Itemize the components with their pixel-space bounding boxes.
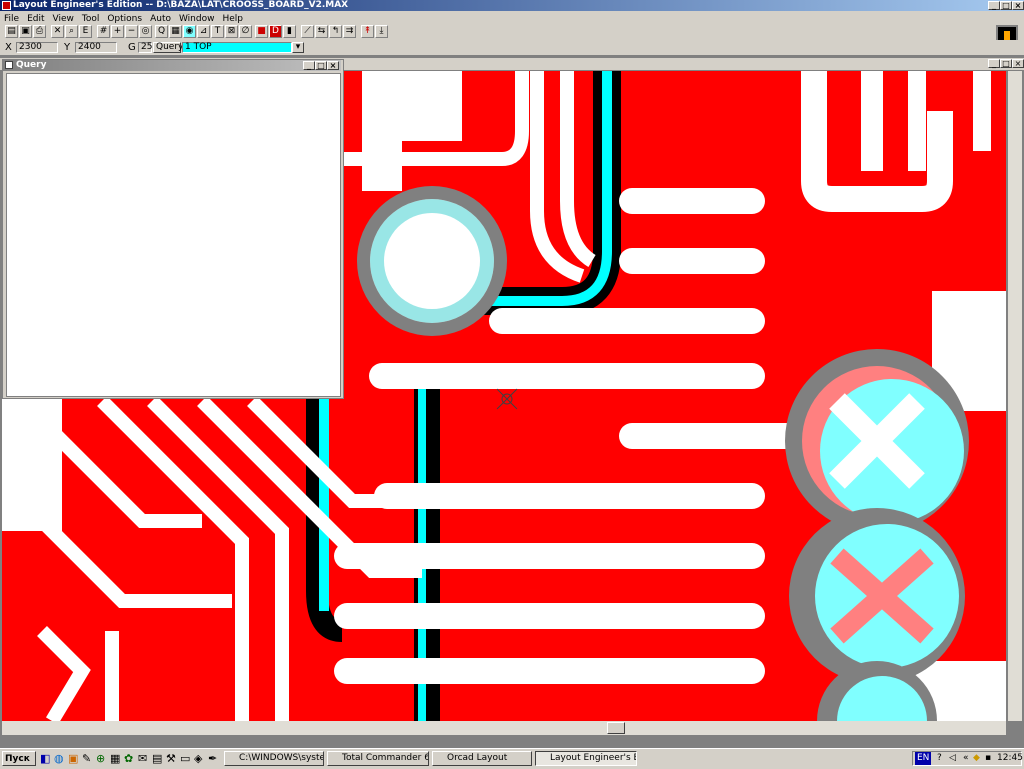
drc-icon[interactable]: D: [269, 25, 282, 38]
start-button[interactable]: Пуск: [2, 751, 36, 766]
dimension-icon[interactable]: ⊠: [225, 25, 238, 38]
task-total-commander[interactable]: Total Commander 6.53 - ...: [327, 751, 429, 766]
chevron-down-icon[interactable]: ▾: [292, 42, 304, 53]
tray-network-icon[interactable]: ▪: [985, 752, 991, 765]
zoom-out-icon[interactable]: −: [125, 25, 138, 38]
x-label: X: [5, 42, 12, 53]
taskbar: Пуск ◧ ◍ ▣ ✎ ⊕ ▦ ✿ ✉ ▤ ⚒ ▭ ◈ ✒ C:\WINDOW…: [0, 748, 1024, 769]
query-content: [6, 73, 341, 397]
tool-icon[interactable]: ⚒: [166, 752, 178, 765]
autoroute-icon[interactable]: ↟: [361, 25, 374, 38]
window-title: Layout Engineer's Edition -- D:\BAZA\LAT…: [13, 0, 349, 10]
refresh-icon[interactable]: ⤓: [375, 25, 388, 38]
doc-close-button[interactable]: ×: [1012, 59, 1024, 68]
notepad-icon[interactable]: ✎: [82, 752, 94, 765]
save-icon[interactable]: ▣: [19, 25, 32, 38]
color-icon[interactable]: ■: [255, 25, 268, 38]
edit-segment-icon[interactable]: ⇉: [343, 25, 356, 38]
find-icon[interactable]: ⌕: [65, 25, 78, 38]
explorer-icon[interactable]: ▣: [68, 752, 80, 765]
horizontal-scroll-thumb[interactable]: [607, 722, 625, 734]
expand-tray-icon[interactable]: «: [963, 752, 969, 765]
vertical-scrollbar[interactable]: [1008, 71, 1022, 721]
shove-icon[interactable]: ⇆: [315, 25, 328, 38]
component-icon[interactable]: ◉: [183, 25, 196, 38]
query-close-button[interactable]: ×: [327, 61, 339, 70]
query-title: Query: [16, 60, 47, 70]
zoom-fit-icon[interactable]: ◎: [139, 25, 152, 38]
volume-icon[interactable]: ◁: [949, 752, 956, 765]
pin-icon[interactable]: ⊿: [197, 25, 210, 38]
zoom-in-icon[interactable]: +: [111, 25, 124, 38]
system-tray: EN ? ◁ « ◆ ▪ 12:45: [912, 751, 1023, 766]
y-coordinate-field: 2400: [75, 42, 117, 53]
grid-icon[interactable]: #: [97, 25, 110, 38]
query-titlebar: Query _ □ ×: [3, 60, 341, 71]
obstacle-icon[interactable]: ∅: [239, 25, 252, 38]
app-quick-icon[interactable]: ▦: [110, 752, 122, 765]
folder-icon[interactable]: ▤: [152, 752, 164, 765]
help-icon[interactable]: ?: [937, 752, 942, 765]
desktop-icon[interactable]: ◧: [40, 752, 52, 765]
monitor-icon[interactable]: ▭: [180, 752, 192, 765]
print-icon[interactable]: ⎙: [33, 25, 46, 38]
toolbar: ▤ ▣ ⎙ ✕ ⌕ E # + − ◎ Q ▦ ◉ ⊿ T ⊠ ∅ ■ D ▮ …: [0, 24, 1024, 51]
task-layout-engineer[interactable]: Layout Engineer's Edi...: [535, 751, 637, 766]
open-icon[interactable]: ▤: [5, 25, 18, 38]
network-icon[interactable]: ⊕: [96, 752, 108, 765]
coordinate-bar: X 2300 Y 2400 G 25 Query 1 TOP ▾: [0, 40, 1024, 55]
language-indicator[interactable]: EN: [915, 752, 932, 765]
mode-field[interactable]: Query: [153, 42, 183, 53]
x-coordinate-field: 2300: [16, 42, 58, 53]
grid-field: 25: [138, 42, 152, 53]
grid-label: G: [128, 42, 136, 53]
task-orcad-layout[interactable]: Orcad Layout: [432, 751, 532, 766]
tray-app-icon[interactable]: ◆: [973, 752, 980, 765]
y-label: Y: [64, 42, 71, 53]
app-icon: [2, 1, 11, 10]
query-maximize-button[interactable]: □: [315, 61, 327, 70]
clock: 12:45: [997, 753, 1023, 763]
frog-icon[interactable]: ✿: [124, 752, 136, 765]
query-minimize-button[interactable]: _: [303, 61, 315, 70]
spreadsheet-icon[interactable]: ▦: [169, 25, 182, 38]
cut-icon[interactable]: ✕: [51, 25, 64, 38]
close-button[interactable]: ×: [1012, 1, 1024, 10]
maximize-button[interactable]: □: [1000, 1, 1012, 10]
layer-icon[interactable]: ▮: [283, 25, 296, 38]
browser-icon[interactable]: ◍: [54, 752, 66, 765]
title-bar: Layout Engineer's Edition -- D:\BAZA\LAT…: [0, 0, 1024, 11]
query-window: Query _ □ ×: [2, 59, 344, 399]
layer-select[interactable]: 1 TOP: [182, 42, 292, 53]
pen-icon[interactable]: ✒: [208, 752, 220, 765]
query-window-icon: [5, 61, 13, 69]
route-icon[interactable]: ⟋: [301, 25, 314, 38]
bend-icon[interactable]: ↰: [329, 25, 342, 38]
mail-icon[interactable]: ✉: [138, 752, 150, 765]
text-icon[interactable]: T: [211, 25, 224, 38]
menu-bar: File Edit View Tool Options Auto Window Help: [0, 11, 1024, 24]
doc-maximize-button[interactable]: □: [1000, 59, 1012, 68]
query-icon[interactable]: Q: [155, 25, 168, 38]
doc-minimize-button[interactable]: _: [988, 59, 1000, 68]
task-cmd[interactable]: C:\WINDOWS\system32...: [224, 751, 324, 766]
edit-icon[interactable]: E: [79, 25, 92, 38]
compass-icon[interactable]: ◈: [194, 752, 206, 765]
horizontal-scrollbar[interactable]: [2, 721, 1006, 735]
minimize-button[interactable]: _: [988, 1, 1000, 10]
